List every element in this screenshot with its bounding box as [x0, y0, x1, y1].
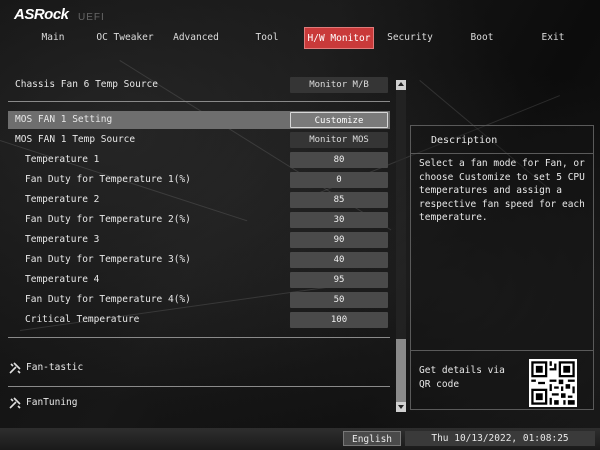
- wrench-icon: [9, 361, 21, 374]
- setting-value[interactable]: 100: [290, 312, 388, 328]
- main-tabs: Main OC Tweaker Advanced Tool H/W Monito…: [0, 27, 600, 49]
- setting-fan-duty-2[interactable]: Fan Duty for Temperature 2(%) 30: [8, 211, 390, 229]
- tool-fan-tastic[interactable]: Fan-tastic: [8, 357, 83, 379]
- setting-critical-temperature[interactable]: Critical Temperature 100: [8, 311, 390, 329]
- setting-value[interactable]: 0: [290, 172, 388, 188]
- setting-fan-duty-4[interactable]: Fan Duty for Temperature 4(%) 50: [8, 291, 390, 309]
- tool-label: Fan-tastic: [26, 362, 84, 373]
- setting-fan-duty-1[interactable]: Fan Duty for Temperature 1(%) 0: [8, 171, 390, 189]
- scroll-down-arrow-icon[interactable]: [396, 402, 406, 412]
- setting-value[interactable]: 90: [290, 232, 388, 248]
- setting-label: Temperature 4: [25, 274, 100, 285]
- divider: [411, 350, 593, 351]
- setting-mos-fan1-temp-source[interactable]: MOS FAN 1 Temp Source Monitor MOS: [8, 131, 390, 149]
- tab-exit[interactable]: Exit: [526, 27, 580, 49]
- setting-value[interactable]: 85: [290, 192, 388, 208]
- setting-value[interactable]: 80: [290, 152, 388, 168]
- asrock-logo: ASRock: [14, 6, 69, 23]
- qr-caption: Get details via QR code: [419, 365, 505, 390]
- setting-temperature-1[interactable]: Temperature 1 80: [8, 151, 390, 169]
- tool-fantuning[interactable]: FanTuning: [8, 392, 77, 414]
- tab-hw-monitor[interactable]: H/W Monitor: [304, 27, 374, 49]
- setting-mos-fan1-setting[interactable]: MOS FAN 1 Setting Customize: [8, 111, 390, 129]
- setting-value[interactable]: 30: [290, 212, 388, 228]
- status-bar: English Thu 10/13/2022, 01:08:25: [0, 428, 600, 450]
- language-button[interactable]: English: [343, 431, 401, 446]
- setting-label: Temperature 2: [25, 194, 100, 205]
- setting-label: Fan Duty for Temperature 2(%): [25, 214, 191, 225]
- tab-tool[interactable]: Tool: [236, 27, 298, 49]
- setting-temperature-2[interactable]: Temperature 2 85: [8, 191, 390, 209]
- qr-code-icon: [529, 359, 577, 407]
- setting-label: Chassis Fan 6 Temp Source: [15, 79, 158, 90]
- setting-label: Critical Temperature: [25, 314, 140, 325]
- setting-label: Temperature 3: [25, 234, 100, 245]
- setting-label: MOS FAN 1 Setting: [15, 114, 113, 125]
- setting-value[interactable]: Monitor MOS: [290, 132, 388, 148]
- setting-value[interactable]: 95: [290, 272, 388, 288]
- wrench-icon: [9, 396, 21, 409]
- setting-value[interactable]: 40: [290, 252, 388, 268]
- datetime-display: Thu 10/13/2022, 01:08:25: [405, 431, 595, 446]
- setting-value[interactable]: 50: [290, 292, 388, 308]
- setting-temperature-3[interactable]: Temperature 3 90: [8, 231, 390, 249]
- tool-label: FanTuning: [26, 397, 78, 408]
- scroll-up-arrow-icon[interactable]: [396, 80, 406, 90]
- setting-value[interactable]: Customize: [290, 112, 388, 128]
- description-title: Description: [411, 126, 593, 154]
- tab-boot[interactable]: Boot: [456, 27, 508, 49]
- setting-chassis-fan6-temp-source[interactable]: Chassis Fan 6 Temp Source Monitor M/B: [8, 76, 390, 94]
- divider: [8, 337, 390, 338]
- divider: [8, 386, 390, 387]
- setting-label: MOS FAN 1 Temp Source: [15, 134, 136, 145]
- setting-fan-duty-3[interactable]: Fan Duty for Temperature 3(%) 40: [8, 251, 390, 269]
- description-panel: Description Select a fan mode for Fan, o…: [410, 125, 594, 410]
- setting-value[interactable]: Monitor M/B: [290, 77, 388, 93]
- tab-oc-tweaker[interactable]: OC Tweaker: [92, 27, 158, 49]
- divider: [8, 101, 390, 102]
- setting-label: Temperature 1: [25, 154, 100, 165]
- tab-advanced[interactable]: Advanced: [166, 27, 226, 49]
- setting-temperature-4[interactable]: Temperature 4 95: [8, 271, 390, 289]
- setting-label: Fan Duty for Temperature 1(%): [25, 174, 191, 185]
- setting-label: Fan Duty for Temperature 3(%): [25, 254, 191, 265]
- setting-label: Fan Duty for Temperature 4(%): [25, 294, 191, 305]
- scrollbar-thumb[interactable]: [396, 339, 406, 402]
- description-text: Select a fan mode for Fan, or choose Cus…: [419, 158, 585, 223]
- uefi-label: UEFI: [78, 12, 105, 23]
- tab-security[interactable]: Security: [382, 27, 438, 49]
- tab-main[interactable]: Main: [22, 27, 84, 49]
